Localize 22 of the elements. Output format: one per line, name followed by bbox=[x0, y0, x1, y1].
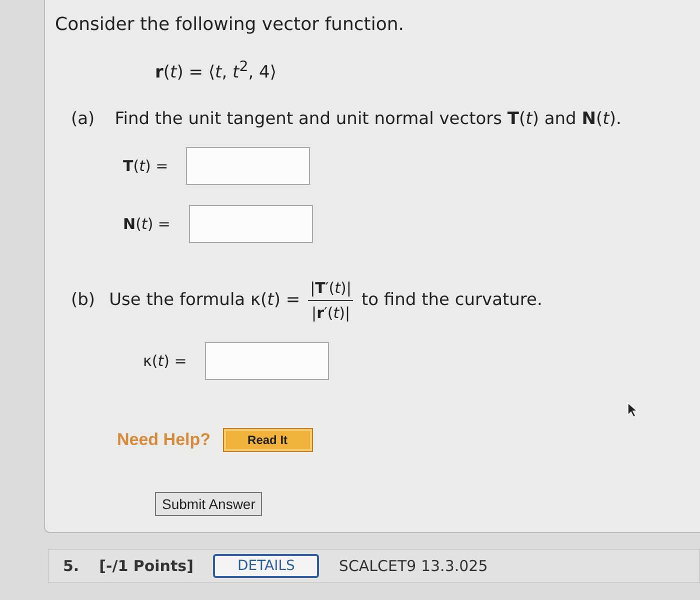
question-text: Consider the following vector function. bbox=[55, 14, 405, 35]
part-prompt: Use the formula κ(t) = bbox=[109, 290, 300, 310]
mouse-pointer-icon bbox=[627, 402, 639, 418]
answer-label: T(t) = bbox=[123, 156, 168, 175]
part-label: (b) bbox=[71, 290, 96, 310]
vector-equation: r(t) = ⟨t, t$^{2}$, 4⟩ bbox=[155, 59, 278, 83]
curvature-fraction: |T′(t)| |r′(t)| bbox=[308, 278, 354, 322]
submit-answer-button[interactable]: Submit Answer bbox=[155, 492, 262, 516]
answer-field[interactable] bbox=[186, 146, 310, 185]
details-button[interactable]: DETAILS bbox=[213, 554, 319, 578]
need-help-label: Need Help? bbox=[117, 430, 211, 450]
question-number: 5. bbox=[63, 556, 80, 575]
part-prompt: Find the unit tangent and unit normal vectors T(t) and N(t). bbox=[114, 108, 622, 129]
answer-field[interactable] bbox=[188, 204, 313, 243]
answer-label: N(t) = bbox=[123, 214, 171, 233]
part-label: (a) bbox=[71, 108, 95, 129]
read-it-button[interactable]: Read It bbox=[222, 428, 313, 452]
question-code: SCALCET9 13.3.025 bbox=[338, 556, 488, 575]
answer-label: κ(t) = bbox=[143, 352, 187, 370]
points-label: [-/1 Points] bbox=[99, 556, 194, 575]
answer-field[interactable] bbox=[204, 342, 329, 380]
part-prompt: to find the curvature. bbox=[361, 290, 542, 310]
